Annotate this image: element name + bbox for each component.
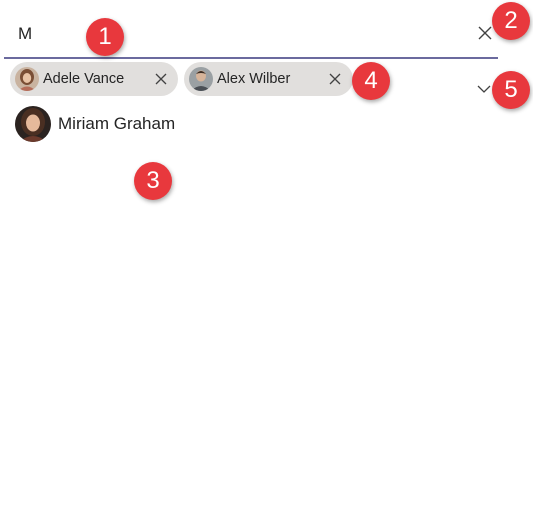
callout-badge: 3 xyxy=(134,162,172,200)
search-input[interactable] xyxy=(4,14,464,54)
expand-button[interactable] xyxy=(475,82,493,96)
chip-label: Alex Wilber xyxy=(217,71,291,87)
callout-badge: 5 xyxy=(492,71,530,109)
callout-badge: 2 xyxy=(492,2,530,40)
people-picker xyxy=(4,14,498,59)
callout-badge: 1 xyxy=(86,18,124,56)
chevron-down-icon xyxy=(477,85,491,93)
selected-person-chip[interactable]: Adele Vance xyxy=(10,62,178,96)
chip-label: Adele Vance xyxy=(43,71,125,87)
avatar xyxy=(15,67,39,91)
remove-chip-button[interactable] xyxy=(328,72,342,86)
avatar xyxy=(189,67,213,91)
selected-person-chip[interactable]: Alex Wilber xyxy=(184,62,353,96)
avatar xyxy=(15,106,51,142)
callout-badge: 4 xyxy=(352,62,390,100)
close-icon xyxy=(155,73,167,85)
suggestion-label: Miriam Graham xyxy=(58,114,176,133)
close-icon xyxy=(329,73,341,85)
suggestion-item[interactable]: Miriam Graham xyxy=(10,104,270,144)
remove-chip-button[interactable] xyxy=(154,72,168,86)
input-underline xyxy=(4,57,498,59)
